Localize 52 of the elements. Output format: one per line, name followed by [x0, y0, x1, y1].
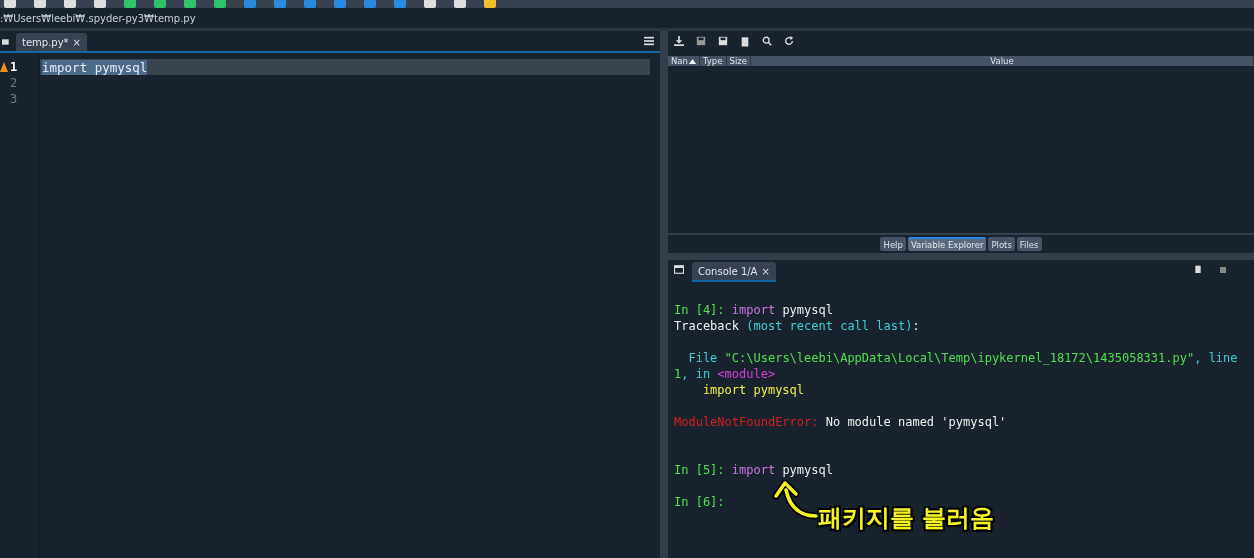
pane-tab[interactable]: Help	[880, 237, 906, 251]
toolbar-icon[interactable]	[274, 0, 286, 8]
save-icon[interactable]	[696, 36, 706, 46]
column-header[interactable]: Nan	[668, 56, 700, 66]
toolbar-icon[interactable]	[364, 0, 376, 8]
console-line: File "C:\Users\leebi\AppData\Local\Temp\ipykernel_18172\1435058331.py", line	[687, 350, 1239, 366]
line-number: 1	[10, 60, 18, 74]
annotation-text: 패키지를 불러옴	[818, 503, 995, 534]
search-icon[interactable]	[762, 36, 772, 46]
column-header[interactable]: Value	[750, 56, 1254, 66]
console-line: 1, in <module>	[674, 366, 777, 382]
console-line: In [4]: import pymysql	[674, 302, 834, 318]
pane-tab[interactable]: Files	[1016, 237, 1042, 251]
column-header[interactable]: Size	[726, 56, 751, 66]
editor-tab[interactable]: temp.py* ×	[16, 33, 87, 51]
toolbar-icon[interactable]	[124, 0, 136, 8]
console-tab[interactable]: Console 1/A ×	[692, 262, 776, 282]
save-as-icon[interactable]	[718, 36, 728, 46]
column-header[interactable]: Type	[699, 56, 727, 66]
folder-icon[interactable]	[674, 265, 684, 274]
pane-tab[interactable]: Variable Explorer	[907, 237, 987, 251]
console-line: In [5]: import pymysql	[674, 462, 834, 478]
clipboard-icon[interactable]	[1194, 264, 1202, 274]
toolbar-icon[interactable]	[94, 0, 106, 8]
toolbar-icon[interactable]	[484, 0, 496, 8]
line-number: 2	[10, 76, 18, 90]
toolbar-icon[interactable]	[454, 0, 466, 8]
toolbar-icon[interactable]	[154, 0, 166, 8]
console-line: Traceback (most recent call last):	[674, 318, 921, 334]
file-path: :₩Users₩leebi₩.spyder-py3₩temp.py	[0, 12, 196, 24]
folder-icon[interactable]	[2, 37, 10, 47]
stop-icon[interactable]	[1220, 267, 1226, 273]
toolbar-icon[interactable]	[184, 0, 196, 8]
toolbar-icon[interactable]	[394, 0, 406, 8]
line-number: 3	[10, 92, 18, 106]
clipboard-icon[interactable]	[740, 35, 750, 47]
console-line: In [6]:	[674, 494, 726, 510]
toolbar-icon[interactable]	[334, 0, 346, 8]
toolbar-icon[interactable]	[304, 0, 316, 8]
menu-icon[interactable]	[644, 36, 654, 46]
toolbar-icon[interactable]	[34, 0, 46, 8]
toolbar-icon[interactable]	[4, 0, 16, 8]
download-icon[interactable]	[674, 36, 684, 46]
console-line: import pymysql	[701, 382, 806, 398]
toolbar-icon[interactable]	[424, 0, 436, 8]
console-line: ModuleNotFoundError: No module named 'pymysql'	[674, 414, 1008, 430]
pane-tab[interactable]: Plots	[988, 237, 1015, 251]
toolbar-icon[interactable]	[244, 0, 256, 8]
curved-arrow-icon	[772, 480, 818, 522]
toolbar-icon[interactable]	[64, 0, 76, 8]
refresh-icon[interactable]	[784, 36, 794, 46]
toolbar-icon[interactable]	[214, 0, 226, 8]
